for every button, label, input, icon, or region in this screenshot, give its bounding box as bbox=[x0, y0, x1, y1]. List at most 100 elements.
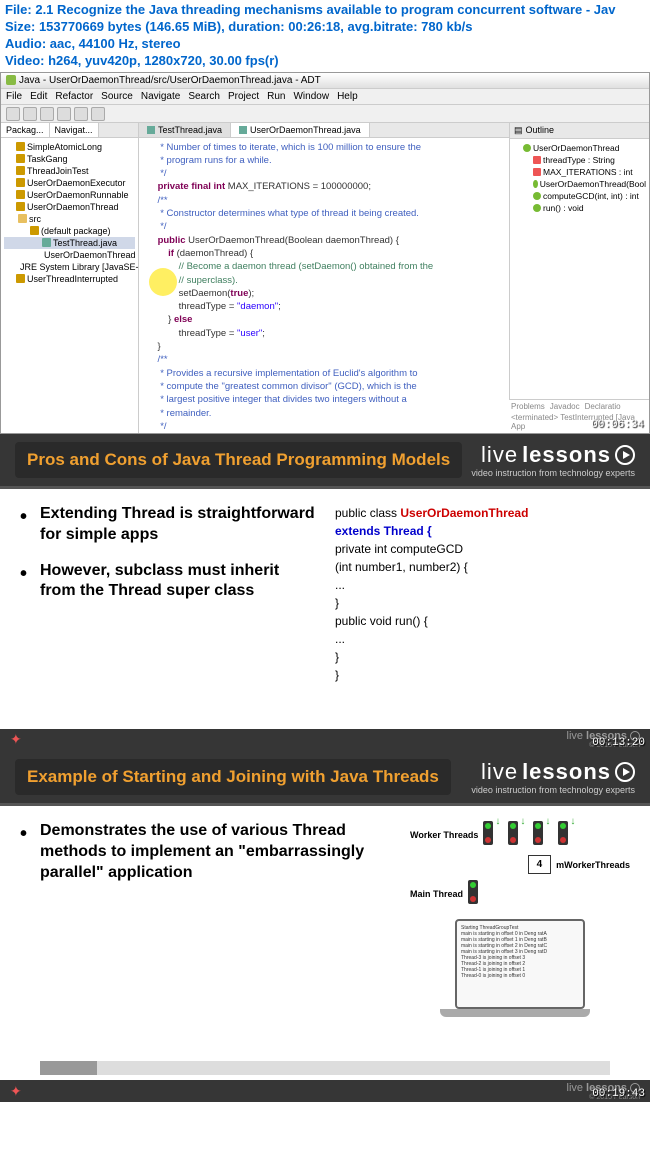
star-icon: ✦ bbox=[10, 731, 22, 748]
outline-item[interactable]: UserOrDaemonThread bbox=[513, 142, 646, 154]
eclipse-ide-window: Java - UserOrDaemonThread/src/UserOrDaem… bbox=[0, 72, 650, 434]
menu-edit[interactable]: Edit bbox=[30, 91, 47, 102]
pkg-icon bbox=[16, 178, 25, 187]
java-file-icon bbox=[147, 126, 155, 134]
toolbar-icon[interactable] bbox=[23, 107, 37, 121]
worker-threads-label: Worker Threads bbox=[410, 830, 478, 840]
panel-tab[interactable]: Packag... bbox=[1, 123, 50, 137]
meta-size: Size: 153770669 bytes (146.65 MiB), dura… bbox=[5, 19, 645, 36]
app-icon bbox=[6, 75, 16, 85]
thread-diagram: Worker Threads ↓ ↓ ↓ ↓ 4 mWorkerThreads … bbox=[410, 821, 630, 1041]
tree-item[interactable]: (default package) bbox=[4, 225, 135, 237]
slide-bullet: However, subclass must inherit from the … bbox=[20, 561, 315, 603]
slide-title: Pros and Cons of Java Thread Programming… bbox=[27, 450, 450, 470]
media-metadata: File: 2.1 Recognize the Java threading m… bbox=[0, 0, 650, 72]
menu-window[interactable]: Window bbox=[293, 91, 329, 102]
problems-tab[interactable]: Declaratio bbox=[585, 402, 621, 411]
toolbar-icon[interactable] bbox=[91, 107, 105, 121]
tree-item[interactable]: UserOrDaemonExecutor bbox=[4, 177, 135, 189]
mth-icon bbox=[533, 204, 541, 212]
video-timestamp: 00:06:34 bbox=[591, 419, 644, 431]
problems-tab[interactable]: Problems bbox=[511, 402, 545, 411]
toolbar[interactable] bbox=[1, 105, 649, 123]
pkg-icon bbox=[16, 142, 25, 151]
main-thread-label: Main Thread bbox=[410, 889, 463, 899]
editor-tab[interactable]: UserOrDaemonThread.java bbox=[231, 123, 370, 137]
mth-icon bbox=[533, 192, 541, 200]
menu-run[interactable]: Run bbox=[267, 91, 285, 102]
tree-item[interactable]: TestThread.java bbox=[4, 237, 135, 249]
slide-pros-cons: Pros and Cons of Java Thread Programming… bbox=[0, 434, 650, 751]
tree-item[interactable]: UserOrDaemonThread bbox=[4, 249, 135, 261]
code-editor[interactable]: * Number of times to iterate, which is 1… bbox=[139, 138, 509, 434]
slide-bullet: Extending Thread is straightforward for … bbox=[20, 504, 315, 546]
tree-item[interactable]: TaskGang bbox=[4, 153, 135, 165]
fld-icon bbox=[18, 214, 27, 223]
menu-search[interactable]: Search bbox=[188, 91, 220, 102]
tree-item[interactable]: UserOrDaemonThread bbox=[4, 201, 135, 213]
window-titlebar: Java - UserOrDaemonThread/src/UserOrDaem… bbox=[1, 73, 649, 89]
outline-icon: ▤ bbox=[514, 125, 523, 136]
meta-video: Video: h264, yuv420p, 1280x720, 30.00 fp… bbox=[5, 53, 645, 70]
cursor-highlight-icon bbox=[149, 268, 177, 296]
editor-area[interactable]: TestThread.javaUserOrDaemonThread.java *… bbox=[139, 123, 509, 434]
code-snippet: public class UserOrDaemonThread extends … bbox=[335, 504, 630, 714]
package-explorer[interactable]: Packag...Navigat... SimpleAtomicLongTask… bbox=[1, 123, 139, 434]
fld-icon bbox=[533, 168, 541, 176]
pkg-icon bbox=[16, 202, 25, 211]
panel-tab[interactable]: Navigat... bbox=[50, 123, 99, 137]
tree-item[interactable]: ThreadJoinTest bbox=[4, 165, 135, 177]
mth-icon bbox=[533, 180, 538, 188]
meta-audio: Audio: aac, 44100 Hz, stereo bbox=[5, 36, 645, 53]
toolbar-icon[interactable] bbox=[40, 107, 54, 121]
outline-item[interactable]: computeGCD(int, int) : int bbox=[513, 190, 646, 202]
cls-icon bbox=[523, 144, 531, 152]
java-file-icon bbox=[239, 126, 247, 134]
livelessons-logo: livelessons video instruction from techn… bbox=[471, 759, 635, 795]
play-icon bbox=[615, 762, 635, 782]
worker-count-label: mWorkerThreads bbox=[556, 860, 630, 870]
tree-item[interactable]: UserThreadInterrupted bbox=[4, 273, 135, 285]
outline-item[interactable]: MAX_ITERATIONS : int bbox=[513, 166, 646, 178]
outline-item[interactable]: threadType : String bbox=[513, 154, 646, 166]
video-timestamp: 00:13:20 bbox=[592, 737, 645, 749]
tree-item[interactable]: src bbox=[4, 213, 135, 225]
livelessons-logo: livelivelessonslessons video instruction… bbox=[471, 442, 635, 478]
outline-item[interactable]: run() : void bbox=[513, 202, 646, 214]
progress-bar[interactable] bbox=[40, 1061, 610, 1075]
menubar[interactable]: File Edit Refactor Source Navigate Search Proj… bbox=[1, 89, 649, 105]
star-icon: ✦ bbox=[10, 1083, 22, 1100]
outline-panel[interactable]: ▤ Outline UserOrDaemonThreadthreadType :… bbox=[509, 123, 649, 434]
problems-tab[interactable]: Javadoc bbox=[550, 402, 580, 411]
toolbar-icon[interactable] bbox=[57, 107, 71, 121]
play-icon bbox=[615, 445, 635, 465]
slide-title: Example of Starting and Joining with Jav… bbox=[27, 767, 439, 787]
pkg-icon bbox=[16, 190, 25, 199]
menu-help[interactable]: Help bbox=[337, 91, 358, 102]
video-timestamp: 00:19:43 bbox=[592, 1088, 645, 1100]
outline-item[interactable]: UserOrDaemonThread(Bool bbox=[513, 178, 646, 190]
fld-icon bbox=[533, 156, 541, 164]
file-icon bbox=[42, 238, 51, 247]
menu-refactor[interactable]: Refactor bbox=[55, 91, 93, 102]
tree-item[interactable]: UserOrDaemonRunnable bbox=[4, 189, 135, 201]
editor-tab[interactable]: TestThread.java bbox=[139, 123, 231, 137]
menu-file[interactable]: File bbox=[6, 91, 22, 102]
outline-header: ▤ Outline bbox=[510, 123, 649, 139]
worker-count-box: 4 bbox=[528, 855, 552, 874]
tree-item[interactable]: JRE System Library [JavaSE-1 bbox=[4, 261, 135, 273]
tree-item[interactable]: SimpleAtomicLong bbox=[4, 141, 135, 153]
slide-starting-joining: Example of Starting and Joining with Jav… bbox=[0, 751, 650, 1102]
laptop-icon: Starting ThreadGroupTestmain is starting… bbox=[455, 919, 585, 1009]
meta-file: File: 2.1 Recognize the Java threading m… bbox=[5, 2, 645, 19]
slide-bullet: Demonstrates the use of various Thread m… bbox=[20, 821, 395, 883]
menu-source[interactable]: Source bbox=[101, 91, 133, 102]
menu-project[interactable]: Project bbox=[228, 91, 259, 102]
menu-navigate[interactable]: Navigate bbox=[141, 91, 180, 102]
pkg-icon bbox=[16, 166, 25, 175]
pkg-icon bbox=[30, 226, 39, 235]
toolbar-icon[interactable] bbox=[6, 107, 20, 121]
window-title: Java - UserOrDaemonThread/src/UserOrDaem… bbox=[19, 75, 321, 86]
pkg-icon bbox=[16, 154, 25, 163]
toolbar-icon[interactable] bbox=[74, 107, 88, 121]
